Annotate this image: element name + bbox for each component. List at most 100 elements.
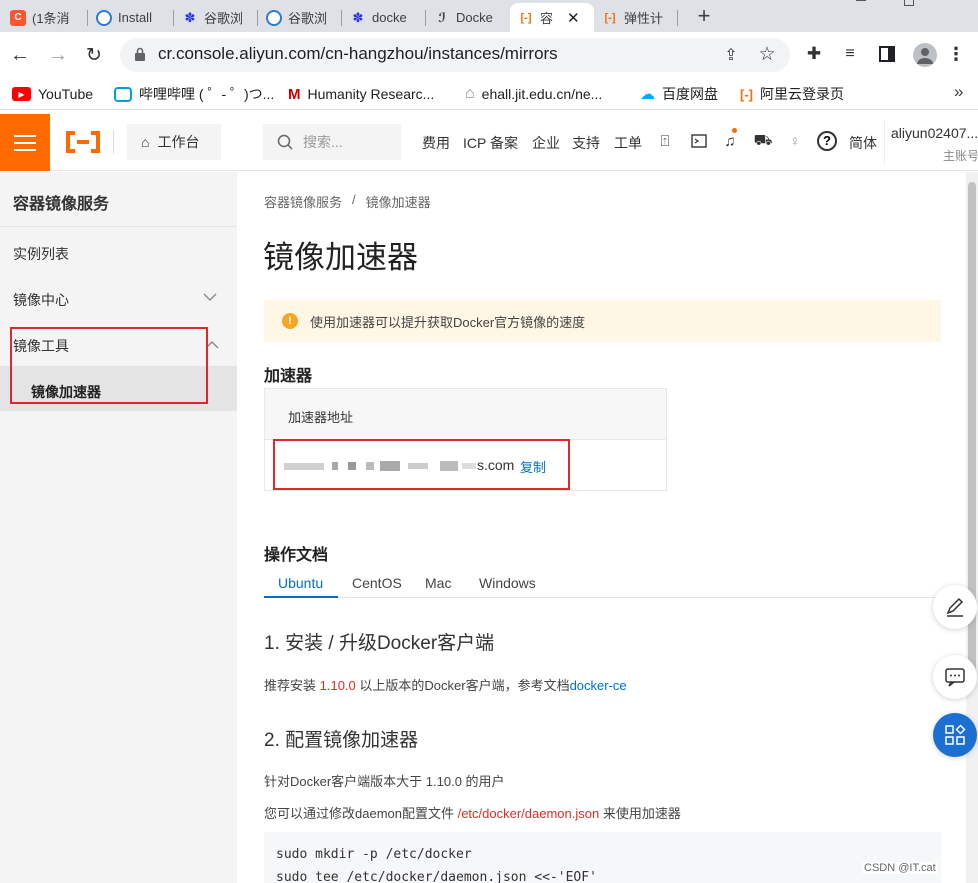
tab-label: 谷歌浏 [204,11,244,26]
browser-tab[interactable]: C (1条消 [2,3,88,32]
pencil-icon [946,597,964,617]
profile-avatar-icon[interactable] [913,43,937,67]
bookmark-label: 哔哩哔哩 ( ゜- ゜)つ... [139,86,275,102]
search-icon [277,134,293,150]
hamburger-menu-icon[interactable] [0,114,50,171]
bookmark-ehall[interactable]: ⌂ ehall.jit.edu.cn/ne... [465,84,602,104]
reading-list-icon[interactable]: ≡ [839,44,861,64]
browser-tab[interactable]: ✽ docke [342,3,426,32]
tab-label: 容 [540,11,554,26]
side-panel-icon[interactable] [876,44,898,64]
tab-label: (1条消 [32,11,70,26]
edit-feedback-button[interactable] [933,585,977,629]
cart-icon[interactable]: ⛟ [752,131,774,151]
sidebar [0,172,237,883]
tab-windows[interactable]: Windows [479,575,536,591]
highlight-box [273,439,570,490]
notice-text: 使用加速器可以提升获取Docker官方镜像的速度 [310,314,586,330]
sidebar-item-image-center[interactable]: 镜像中心 [13,290,69,310]
chat-icon [945,668,965,687]
bookmark-baidu-netdisk[interactable]: ☁ 百度网盘 [640,84,718,104]
docker-ce-link[interactable]: docker-ce [570,678,627,693]
browser-menu-icon[interactable]: ⋮ [947,44,965,64]
lightbulb-icon[interactable]: ♀ [785,131,805,151]
info-icon: ! [282,313,298,329]
workbench-button[interactable]: ⌂ 工作台 [127,124,221,160]
step2-text: 针对Docker客户端版本大于 1.10.0 的用户 [264,774,505,789]
nav-ticket[interactable]: 工单 [614,133,642,153]
new-tab-button[interactable]: + [690,3,718,29]
page-title: 镜像加速器 [263,240,418,275]
browser-tab[interactable]: [-] 弹性计 [594,3,678,32]
share-icon[interactable]: ⇪ [720,45,742,65]
aliyun-icon: [-] [740,86,753,102]
bookmark-star-icon[interactable]: ☆ [756,44,778,65]
console-search-input[interactable]: 搜索... [263,124,401,160]
docs-heading: 操作文档 [264,547,329,564]
bookmark-label: Humanity Researc... [307,86,435,102]
watermark: CSDN @IT.cat [862,862,938,874]
tab-mac[interactable]: Mac [425,575,451,591]
url-text[interactable]: cr.console.aliyun.com/cn-hangzhou/instan… [158,44,558,64]
chevron-down-icon[interactable] [203,289,217,301]
nav-fees[interactable]: 费用 [422,133,450,153]
nav-support[interactable]: 支持 [572,133,600,153]
bookmark-label: 百度网盘 [662,86,718,102]
extensions-icon[interactable]: ✚ [803,44,825,64]
browser-tab[interactable]: ✽ 谷歌浏 [174,3,258,32]
reload-icon[interactable]: ↻ [82,44,106,66]
back-icon[interactable]: ← [8,44,32,66]
tab-ubuntu[interactable]: Ubuntu [278,575,323,591]
baidu-paw-icon: ✽ [184,9,196,25]
bookmark-humanity[interactable]: M Humanity Researc... [288,84,434,104]
notice-banner: ! 使用加速器可以提升获取Docker官方镜像的速度 [264,300,941,342]
language-switch[interactable]: 简体 [849,133,877,153]
more-bookmarks-icon[interactable]: » [954,82,963,102]
tab-centos[interactable]: CentOS [352,575,402,591]
window-controls [856,0,966,8]
bookmark-youtube[interactable]: ▶ YouTube [12,84,93,104]
aliyun-icon: [-] [520,11,532,24]
close-tab-icon[interactable]: ✕ [567,9,580,27]
app-icon[interactable]: ⍐ [655,131,675,151]
user-role: 主账号 [943,149,978,163]
workbench-label: 工作台 [157,134,200,150]
youtube-icon: ▶ [12,87,31,101]
aliyun-logo-icon[interactable] [64,129,102,155]
scribble-icon: ℐ [438,9,446,25]
forward-icon[interactable]: → [46,44,70,66]
baidu-paw-icon: ✽ [352,9,364,25]
browser-tab[interactable]: 谷歌浏 [258,3,342,32]
scrollbar-track[interactable] [966,172,978,883]
apps-button[interactable] [933,713,977,757]
bookmark-aliyun-login[interactable]: [-] 阿里云登录页 [740,84,844,104]
tab-label: Install [118,10,152,25]
lock-icon[interactable] [134,47,146,62]
user-name[interactable]: aliyun02407... [891,125,978,141]
apps-grid-icon [945,724,966,745]
help-icon[interactable]: ? [817,131,837,151]
terminal-icon[interactable] [689,131,709,151]
browser-tab-active[interactable]: [-] 容 ✕ [510,3,594,32]
tab-label: Docke [456,10,493,25]
sidebar-item-instances[interactable]: 实例列表 [13,244,69,264]
code-line: sudo mkdir -p /etc/docker [276,847,472,862]
breadcrumb-item[interactable]: 容器镜像服务 [264,192,342,211]
step1-heading: 1. 安装 / 升级Docker客户端 [264,633,495,654]
sidebar-title: 容器镜像服务 [13,196,110,213]
chat-button[interactable] [933,655,977,699]
active-tab-indicator [264,596,338,598]
breadcrumb-separator: / [352,192,356,207]
browser-tab[interactable]: Install [88,3,174,32]
nav-enterprise[interactable]: 企业 [532,133,560,153]
edge-icon [266,9,282,26]
aliyun-icon: [-] [604,11,616,24]
accelerator-heading: 加速器 [264,368,313,385]
nav-icp[interactable]: ICP 备案 [463,133,518,153]
browser-tab[interactable]: ℐ Docke [426,3,510,32]
bookmark-bilibili[interactable]: 哔哩哔哩 ( ゜- ゜)つ... [114,84,274,104]
highlight-box [10,327,208,404]
bell-icon[interactable]: ♫ [720,128,740,152]
campus-icon: ⌂ [465,85,475,102]
breadcrumb: 容器镜像服务 / 镜像加速器 [264,192,431,211]
